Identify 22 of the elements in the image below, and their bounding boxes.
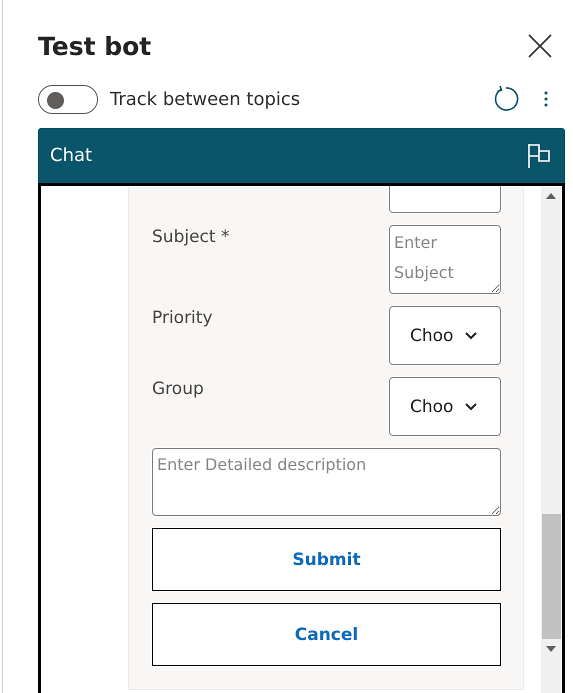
input-field[interactable]: Enter Subject — [389, 225, 501, 294]
chat-title: Chat — [50, 145, 92, 166]
dropdown-field[interactable] — [389, 186, 501, 213]
dropdown-field[interactable]: Choo — [389, 377, 501, 436]
scroll-thumb[interactable] — [542, 514, 561, 639]
field-label: Priority — [152, 308, 213, 328]
toggle-switch[interactable] — [38, 84, 98, 114]
close-icon[interactable] — [527, 33, 553, 59]
more-icon[interactable] — [543, 90, 549, 108]
field-label: Subject * — [152, 227, 230, 247]
panel-title: Test bot — [38, 32, 152, 60]
refresh-icon[interactable] — [492, 85, 520, 113]
toggle-label: Track between topics — [110, 88, 300, 110]
field-label: Group — [152, 379, 204, 399]
scrollbar[interactable] — [541, 186, 562, 693]
form-button[interactable]: Submit — [152, 528, 501, 591]
form-button[interactable]: Cancel — [152, 603, 501, 666]
description-field[interactable]: Enter Detailed description — [152, 448, 501, 516]
flag-icon[interactable] — [527, 142, 551, 168]
chevron-icon — [465, 332, 478, 340]
dropdown-field[interactable]: Choo — [389, 306, 501, 365]
chevron-icon — [465, 402, 478, 410]
